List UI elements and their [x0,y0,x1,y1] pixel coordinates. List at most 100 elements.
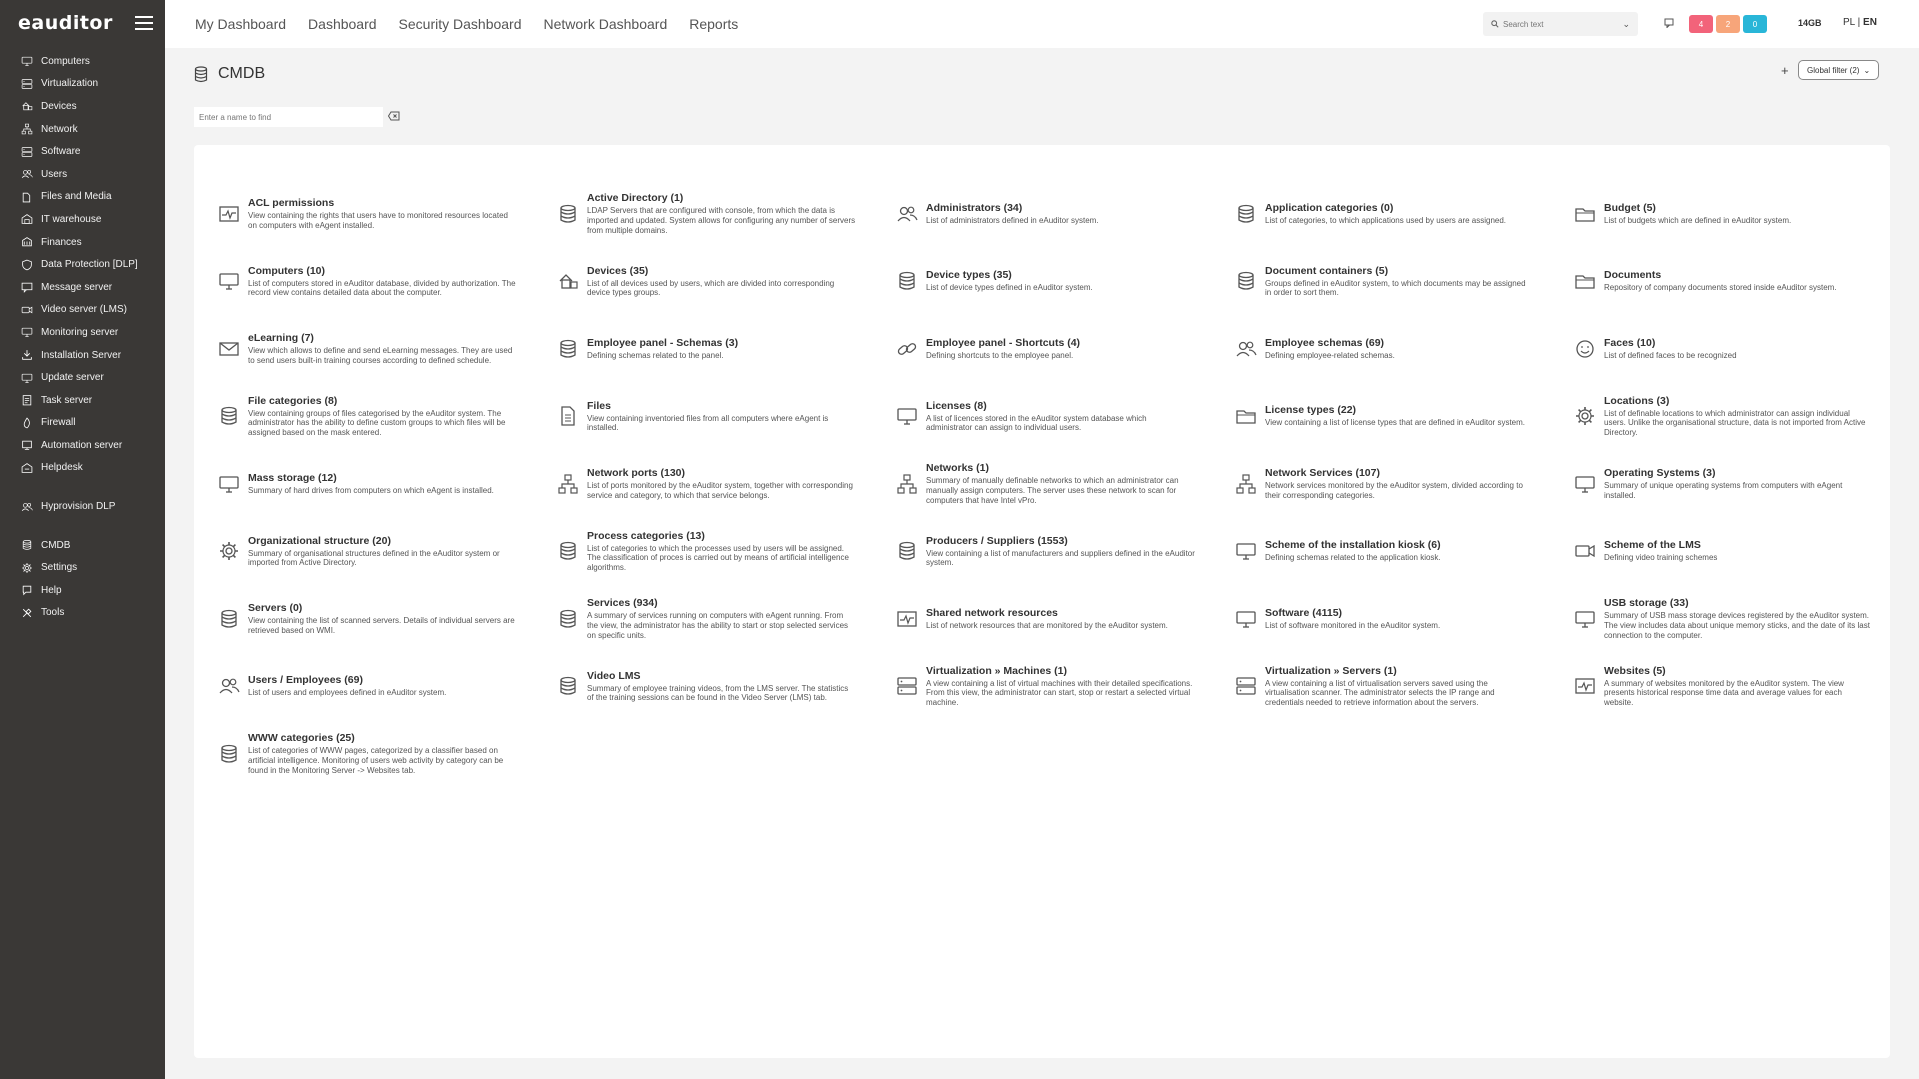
cmdb-item[interactable]: Servers (0) View containing the list of s… [218,585,557,653]
search-input[interactable] [1503,19,1613,29]
cmdb-item[interactable]: WWW categories (25) List of categories of… [218,720,557,788]
sidebar-item-helpdesk[interactable]: Helpdesk [0,457,165,480]
sidebar-item-computers[interactable]: Computers [0,50,165,73]
sidebar-item-settings[interactable]: Settings [0,556,165,579]
cmdb-item[interactable]: Video LMS Summary of employee training vi… [557,653,896,721]
cmdb-item[interactable]: Scheme of the LMS Defining video training… [1574,518,1913,586]
cmdb-item-text: Virtualization » Servers (1) A view conta… [1265,665,1534,708]
cmdb-item[interactable]: Locations (3) List of definable locations… [1574,383,1913,451]
alert-badge[interactable]: 0 [1743,15,1767,33]
cmdb-item[interactable]: Licenses (8) A list of licences stored in… [896,383,1235,451]
cmdb-item[interactable]: Network ports (130) List of ports monitor… [557,450,896,518]
sidebar-item-files-and-media[interactable]: Files and Media [0,186,165,209]
global-filter-button[interactable]: Global filter (2) ⌄ [1798,60,1880,80]
top-nav-network-dashboard[interactable]: Network Dashboard [544,16,668,32]
cmdb-item[interactable]: Users / Employees (69) List of users and … [218,653,557,721]
cmdb-item[interactable]: Websites (5) A summary of websites monito… [1574,653,1913,721]
cmdb-item[interactable]: Organizational structure (20) Summary of … [218,518,557,586]
language-switch[interactable]: PL | EN [1843,17,1877,28]
sidebar-item-task-server[interactable]: Task server [0,389,165,412]
alert-badge[interactable]: 4 [1689,15,1713,33]
cmdb-item[interactable]: USB storage (33) Summary of USB mass stor… [1574,585,1913,653]
cmdb-item[interactable]: Documents Repository of company documents… [1574,248,1913,316]
video-icon [20,303,34,317]
app-logo[interactable]: eauditor [18,12,113,34]
alert-badge[interactable]: 2 [1716,15,1740,33]
cmdb-item-text: Shared network resources List of network … [926,607,1168,631]
cmdb-item[interactable]: Active Directory (1) LDAP Servers that ar… [557,180,896,248]
search-box[interactable]: ⌄ [1483,12,1638,36]
cmdb-item[interactable]: Employee schemas (69) Defining employee-r… [1235,315,1574,383]
sidebar-item-video-server-lms[interactable]: Video server (LMS) [0,299,165,322]
cmdb-item[interactable]: Scheme of the installation kiosk (6) Defi… [1235,518,1574,586]
sidebar-item-network[interactable]: Network [0,118,165,141]
sidebar-item-tools[interactable]: Tools [0,602,165,625]
sidebar-item-data-protection-dlp[interactable]: Data Protection [DLP] [0,253,165,276]
cmdb-item[interactable]: Virtualization » Machines (1) A view cont… [896,653,1235,721]
chevron-down-icon[interactable]: ⌄ [1622,19,1630,30]
top-nav-my-dashboard[interactable]: My Dashboard [195,16,286,32]
menu-toggle-icon[interactable] [135,16,153,30]
cmdb-item[interactable]: Device types (35) List of device types de… [896,248,1235,316]
cmdb-item[interactable]: Producers / Suppliers (1553) View contain… [896,518,1235,586]
cmdb-item-text: USB storage (33) Summary of USB mass stor… [1604,597,1873,640]
cmdb-item[interactable]: Computers (10) List of computers stored i… [218,248,557,316]
cmdb-item[interactable]: Employee panel - Schemas (3) Defining sch… [557,315,896,383]
cmdb-item[interactable]: Networks (1) Summary of manually definabl… [896,450,1235,518]
sidebar-item-it-warehouse[interactable]: IT warehouse [0,208,165,231]
lang-pl[interactable]: PL [1843,17,1855,28]
cmdb-item[interactable]: Application categories (0) List of catego… [1235,180,1574,248]
name-filter-input[interactable] [194,107,383,127]
cmdb-item[interactable]: Devices (35) List of all devices used by … [557,248,896,316]
add-button[interactable]: + [1781,63,1789,78]
cmdb-item[interactable]: File categories (8) View containing group… [218,383,557,451]
cmdb-item[interactable]: Operating Systems (3) Summary of unique o… [1574,450,1913,518]
database-icon [557,338,579,360]
cmdb-item[interactable]: Virtualization » Servers (1) A view conta… [1235,653,1574,721]
cmdb-item-text: Networks (1) Summary of manually definabl… [926,462,1195,505]
users-icon [20,167,34,181]
cmdb-item[interactable]: Software (4115) List of software monitore… [1235,585,1574,653]
cmdb-item[interactable]: Faces (10) List of defined faces to be re… [1574,315,1913,383]
install-icon [20,348,34,362]
top-nav-reports[interactable]: Reports [689,16,738,32]
sidebar-item-installation-server[interactable]: Installation Server [0,344,165,367]
cmdb-item[interactable]: Budget (5) List of budgets which are defi… [1574,180,1913,248]
sidebar-item-cmdb[interactable]: CMDB [0,534,165,557]
cmdb-item[interactable]: eLearning (7) View which allows to define… [218,315,557,383]
message-icon[interactable] [1664,18,1676,30]
sidebar-item-users[interactable]: Users [0,163,165,186]
sidebar-item-finances[interactable]: Finances [0,231,165,254]
sidebar-item-message-server[interactable]: Message server [0,276,165,299]
cmdb-item-title: Employee panel - Schemas (3) [587,336,739,349]
cmdb-item[interactable]: Mass storage (12) Summary of hard drives … [218,450,557,518]
sidebar-item-firewall[interactable]: Firewall [0,412,165,435]
lang-en[interactable]: EN [1863,17,1877,28]
sidebar-item-virtualization[interactable]: Virtualization [0,73,165,96]
sidebar-item-hyprovision-dlp[interactable]: Hyprovision DLP [0,495,165,518]
cmdb-item[interactable]: Document containers (5) Groups defined in… [1235,248,1574,316]
cmdb-item[interactable]: Process categories (13) List of categorie… [557,518,896,586]
cmdb-item-title: Network ports (130) [587,467,686,480]
link-icon [896,338,918,360]
sidebar-item-help[interactable]: Help [0,579,165,602]
cmdb-item[interactable]: Shared network resources List of network … [896,585,1235,653]
gear-icon [1574,405,1596,427]
cmdb-item[interactable]: Network Services (107) Network services m… [1235,450,1574,518]
cmdb-item-title: Websites (5) [1604,664,1666,677]
clear-filter-icon[interactable] [388,111,400,121]
sidebar-item-automation-server[interactable]: Automation server [0,434,165,457]
cmdb-item[interactable]: Administrators (34) List of administrator… [896,180,1235,248]
sidebar-item-monitoring-server[interactable]: Monitoring server [0,321,165,344]
sidebar-item-devices[interactable]: Devices [0,95,165,118]
cmdb-item-text: Process categories (13) List of categorie… [587,530,856,573]
cmdb-item[interactable]: License types (22) View containing a list… [1235,383,1574,451]
cmdb-item[interactable]: Services (934) A summary of services runn… [557,585,896,653]
sidebar-item-update-server[interactable]: Update server [0,366,165,389]
top-nav-dashboard[interactable]: Dashboard [308,16,377,32]
sidebar-item-software[interactable]: Software [0,140,165,163]
cmdb-item[interactable]: Employee panel - Shortcuts (4) Defining s… [896,315,1235,383]
cmdb-item[interactable]: ACL permissions View containing the right… [218,180,557,248]
top-nav-security-dashboard[interactable]: Security Dashboard [399,16,522,32]
cmdb-item[interactable]: Files View containing inventoried files f… [557,383,896,451]
